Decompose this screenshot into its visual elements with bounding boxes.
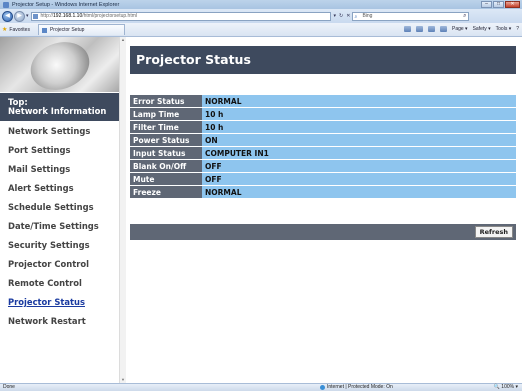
feeds-icon[interactable]: [415, 26, 423, 32]
favorites-label: Favorites: [9, 26, 30, 33]
search-placeholder: Bing: [362, 12, 373, 19]
search-icon[interactable]: ⌕: [463, 13, 466, 20]
main-panel: Projector Status Error Status NORMAL Lam…: [130, 37, 516, 240]
sidebar-item-projector-control[interactable]: Projector Control: [0, 255, 124, 273]
status-value: COMPUTER IN1: [202, 147, 516, 159]
sidebar-item-top-network-information[interactable]: Top: Network Information: [0, 93, 124, 121]
favorites-button[interactable]: ★ Favorites: [2, 26, 30, 34]
status-value: 10 h: [202, 121, 516, 133]
help-icon[interactable]: ?: [516, 26, 519, 32]
url-field[interactable]: http://192.168.1.10/html/projectorsetup.…: [30, 11, 331, 21]
sidebar-item-date-time-settings[interactable]: Date/Time Settings: [0, 217, 124, 235]
status-value: 10 h: [202, 108, 516, 120]
table-row: Freeze NORMAL: [130, 186, 516, 198]
close-button[interactable]: ✕: [505, 1, 520, 8]
tab-page-icon: [41, 27, 47, 33]
url-prefix: http://: [40, 12, 54, 19]
table-row: Lamp Time 10 h: [130, 108, 516, 120]
status-label: Power Status: [130, 134, 202, 146]
sidebar-item-network-settings[interactable]: Network Settings: [0, 122, 124, 140]
sidebar-item-remote-control[interactable]: Remote Control: [0, 274, 124, 292]
window-controls: – □ ✕: [481, 1, 520, 8]
safety-menu[interactable]: Safety ▾: [473, 26, 491, 32]
zone-text: Internet | Protected Mode: On: [327, 384, 393, 390]
status-label: Lamp Time: [130, 108, 202, 120]
action-bar: Refresh: [130, 224, 516, 240]
status-label: Blank On/Off: [130, 160, 202, 172]
sidebar-item-port-settings[interactable]: Port Settings: [0, 141, 124, 159]
ie-icon: [3, 1, 9, 8]
sidebar-item-alert-settings[interactable]: Alert Settings: [0, 179, 124, 197]
scroll-up-icon[interactable]: ▲: [120, 37, 126, 43]
sidebar-item-security-settings[interactable]: Security Settings: [0, 236, 124, 254]
compat-view-icon[interactable]: ▾: [334, 13, 337, 19]
window-title: Projector Setup - Windows Internet Explo…: [12, 1, 120, 8]
zoom-level: 100%: [501, 384, 515, 390]
mail-icon[interactable]: [427, 26, 435, 32]
command-bar: Page ▾ Safety ▾ Tools ▾ ?: [403, 26, 519, 32]
sidebar-item-schedule-settings[interactable]: Schedule Settings: [0, 198, 124, 216]
status-label: Error Status: [130, 95, 202, 107]
maximize-button[interactable]: □: [493, 1, 504, 8]
status-value: OFF: [202, 160, 516, 172]
page-icon: [32, 13, 38, 19]
browser-statusbar: Done Internet | Protected Mode: On 🔍 100…: [0, 383, 522, 391]
back-icon: ◀: [5, 12, 10, 19]
status-label: Input Status: [130, 147, 202, 159]
minimize-button[interactable]: –: [481, 1, 492, 8]
zoom-control[interactable]: 🔍 100% ▾: [494, 384, 518, 391]
status-label: Freeze: [130, 186, 202, 198]
status-value: NORMAL: [202, 186, 516, 198]
table-row: Blank On/Off OFF: [130, 160, 516, 172]
home-icon[interactable]: [403, 26, 411, 32]
table-row: Power Status ON: [130, 134, 516, 146]
refresh-button[interactable]: Refresh: [474, 226, 513, 238]
back-button[interactable]: ◀: [2, 10, 13, 22]
address-controls: ▾ ↻ ✕: [334, 13, 351, 19]
sidebar-item-projector-status[interactable]: Projector Status: [0, 293, 124, 311]
table-row: Error Status NORMAL: [130, 95, 516, 107]
projector-lens-image: [0, 37, 125, 92]
tab-projector-setup[interactable]: Projector Setup: [37, 24, 126, 35]
status-value: NORMAL: [202, 95, 516, 107]
forward-icon: ▶: [17, 12, 22, 19]
status-text: Done: [3, 384, 15, 390]
stop-icon[interactable]: ✕: [346, 13, 350, 19]
sidebar: Top: Network Information Network Setting…: [0, 37, 126, 383]
sidebar-item-mail-settings[interactable]: Mail Settings: [0, 160, 124, 178]
print-icon[interactable]: [439, 26, 447, 32]
sidebar-item-network-restart[interactable]: Network Restart: [0, 312, 124, 330]
page-content: Top: Network Information Network Setting…: [0, 37, 522, 383]
bing-icon: ⌕: [354, 13, 358, 20]
favorites-bar: ★ Favorites Projector Setup Page ▾ Safet…: [0, 23, 522, 37]
star-icon: ★: [2, 27, 8, 33]
status-value: ON: [202, 134, 516, 146]
recent-pages-dropdown[interactable]: ▾: [26, 13, 29, 19]
address-toolbar: ◀ ▶ ▾ http://192.168.1.10/html/projector…: [0, 9, 522, 23]
globe-icon: [320, 385, 325, 390]
url-path: /html/projectorsetup.html: [82, 12, 137, 19]
page-title: Projector Status: [130, 46, 516, 74]
top-item-line2: Network Information: [8, 106, 107, 116]
tab-title: Projector Setup: [49, 27, 85, 33]
table-row: Input Status COMPUTER IN1: [130, 147, 516, 159]
search-input[interactable]: ⌕ Bing ⌕: [352, 11, 470, 21]
status-label: Mute: [130, 173, 202, 185]
window-titlebar: Projector Setup - Windows Internet Explo…: [0, 0, 522, 9]
status-table: Error Status NORMAL Lamp Time 10 h Filte…: [130, 94, 516, 199]
forward-button[interactable]: ▶: [14, 10, 25, 22]
table-row: Mute OFF: [130, 173, 516, 185]
sidebar-scrollbar[interactable]: ▲ ▼: [119, 37, 126, 383]
page-menu[interactable]: Page ▾: [452, 26, 468, 32]
status-label: Filter Time: [130, 121, 202, 133]
url-host: 192.168.1.10: [53, 12, 83, 19]
security-zone[interactable]: Internet | Protected Mode: On: [320, 384, 393, 391]
refresh-icon[interactable]: ↻: [339, 13, 343, 19]
tools-menu[interactable]: Tools ▾: [496, 26, 512, 32]
table-row: Filter Time 10 h: [130, 121, 516, 133]
status-value: OFF: [202, 173, 516, 185]
